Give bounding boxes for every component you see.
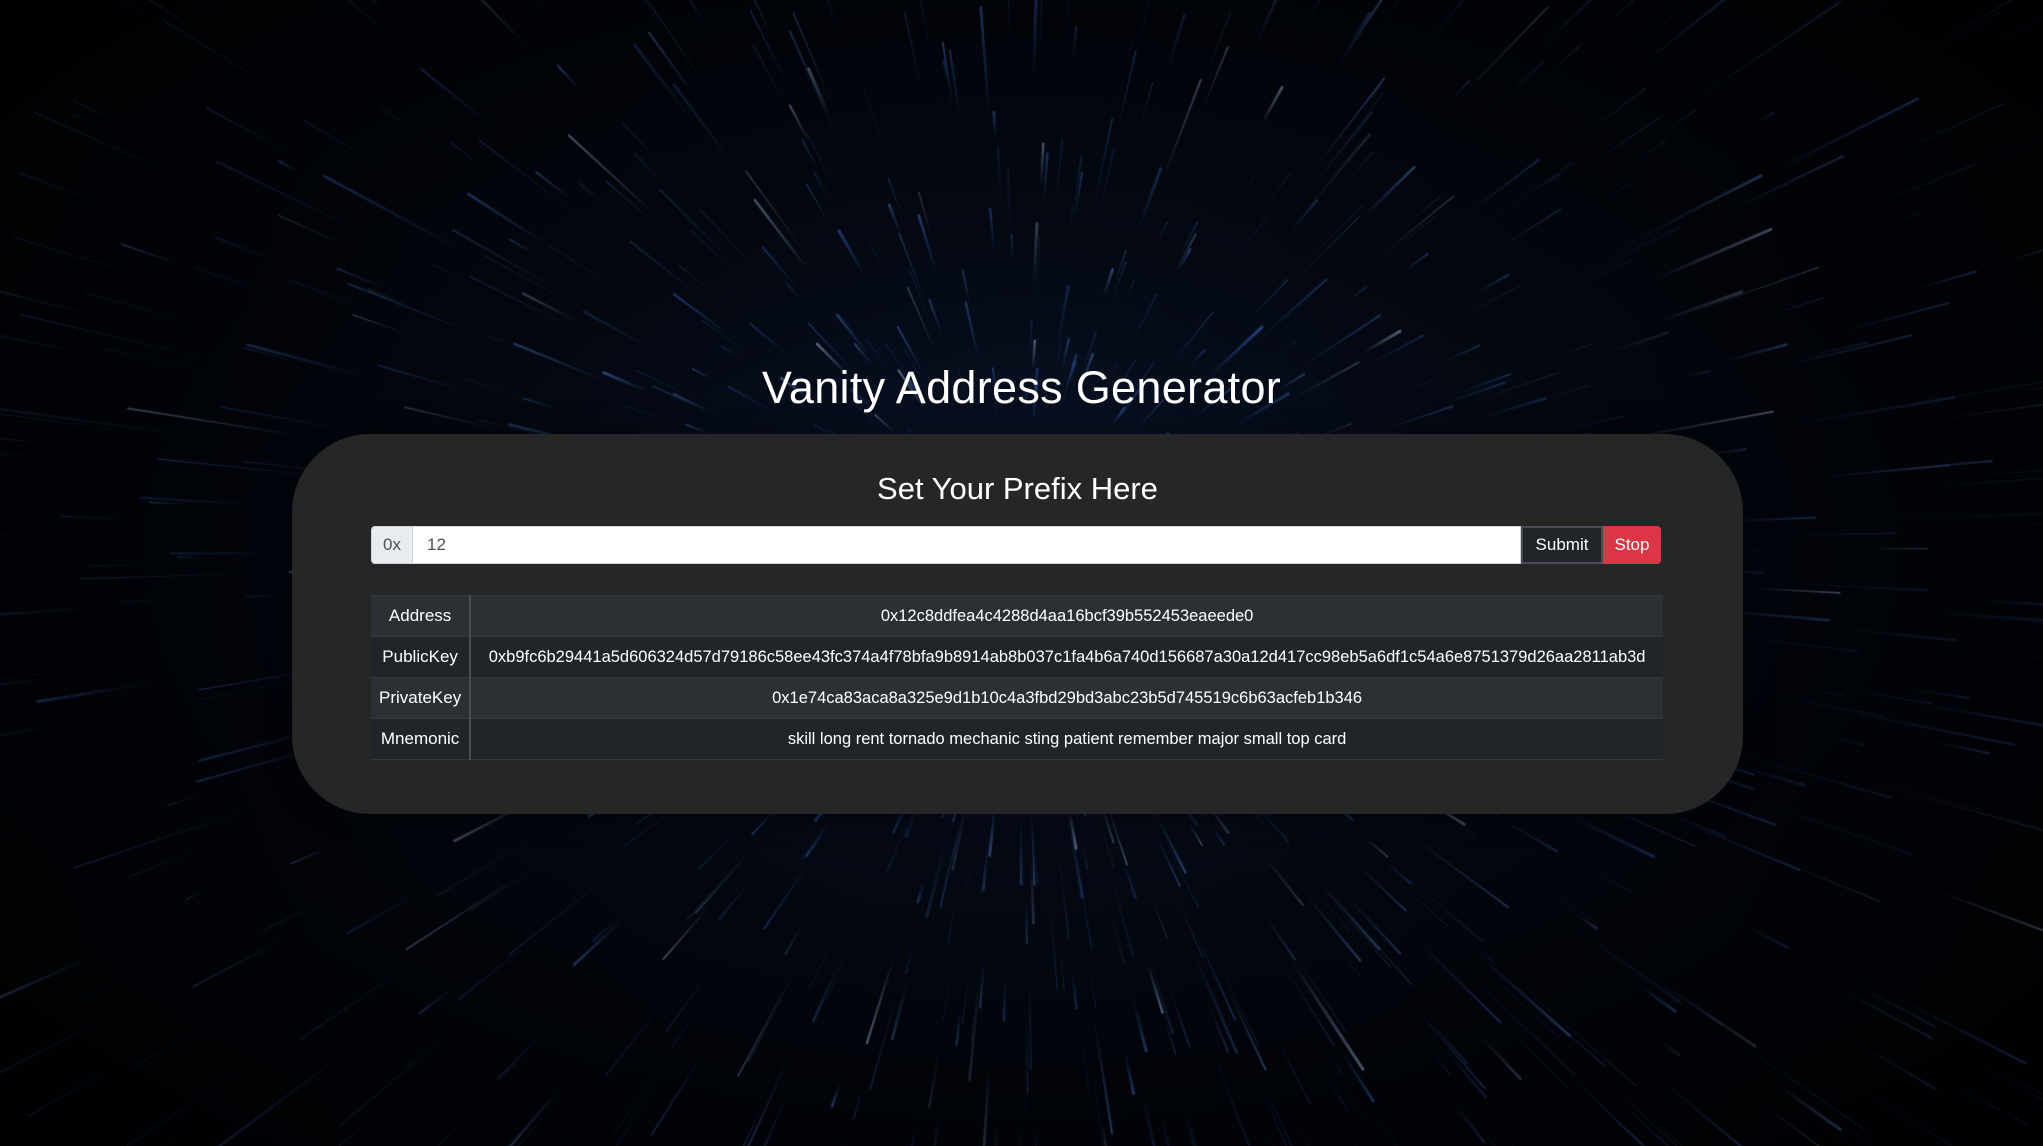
table-row: Mnemonic skill long rent tornado mechani…	[371, 718, 1663, 760]
mnemonic-label: Mnemonic	[371, 718, 472, 760]
stop-button[interactable]: Stop	[1603, 526, 1661, 564]
prefix-input-group: 0x Submit Stop	[371, 526, 1663, 564]
submit-button[interactable]: Submit	[1521, 526, 1603, 564]
prefix-input[interactable]	[413, 526, 1521, 564]
address-value: 0x12c8ddfea4c4288d4aa16bcf39b552453eaeed…	[470, 595, 1663, 637]
result-table: Address 0x12c8ddfea4c4288d4aa16bcf39b552…	[371, 595, 1663, 760]
public-key-label: PublicKey	[371, 636, 472, 678]
page-title: Vanity Address Generator	[761, 362, 1282, 413]
table-row: Address 0x12c8ddfea4c4288d4aa16bcf39b552…	[371, 595, 1663, 637]
private-key-value: 0x1e74ca83aca8a325e9d1b10c4a3fbd29bd3abc…	[470, 677, 1663, 719]
generator-panel: Set Your Prefix Here 0x Submit Stop Addr…	[292, 434, 1743, 814]
prefix-addon: 0x	[371, 526, 413, 564]
public-key-value: 0xb9fc6b29441a5d606324d57d79186c58ee43fc…	[470, 636, 1663, 678]
address-label: Address	[371, 595, 472, 637]
mnemonic-value: skill long rent tornado mechanic sting p…	[470, 718, 1663, 760]
table-row: PrivateKey 0x1e74ca83aca8a325e9d1b10c4a3…	[371, 677, 1663, 719]
private-key-label: PrivateKey	[371, 677, 472, 719]
table-row: PublicKey 0xb9fc6b29441a5d606324d57d7918…	[371, 636, 1663, 678]
panel-title: Set Your Prefix Here	[877, 471, 1158, 506]
